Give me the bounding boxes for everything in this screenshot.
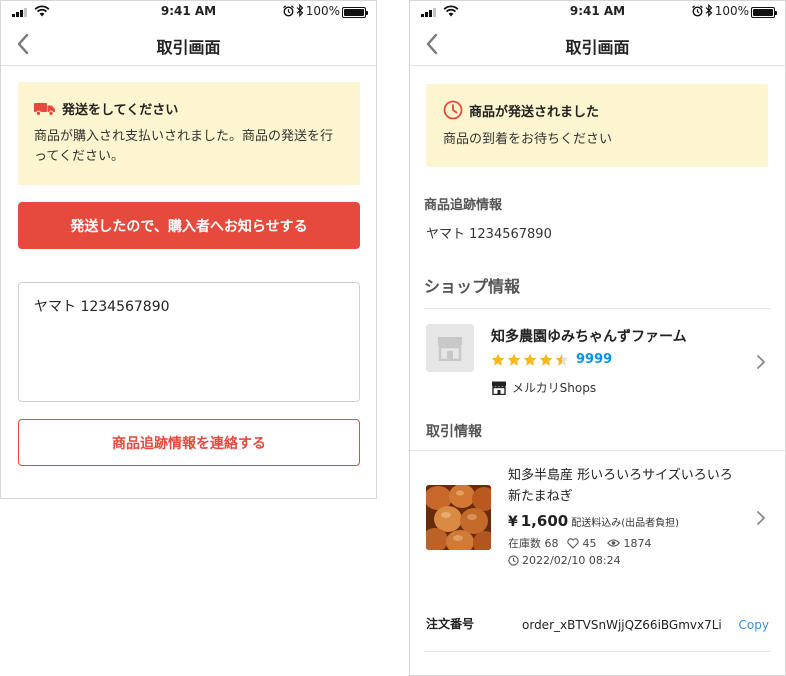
nav-bar: 取引画面 — [1, 23, 376, 66]
notice-body: 商品が購入され支払いされました。商品の発送を行ってください。 — [34, 129, 334, 164]
clock-small-icon — [508, 555, 519, 566]
notice-header: 発送をしてください — [34, 99, 344, 118]
divider — [424, 308, 771, 309]
alarm-icon — [283, 5, 294, 17]
bluetooth-icon — [296, 4, 304, 17]
transaction-section-title: 取引情報 — [426, 424, 482, 440]
shop-name: 知多農園ゆみちゃんずファーム — [491, 329, 687, 345]
notice-body: 商品の到着をお待ちください — [443, 132, 613, 147]
mercari-shops-badge: メルカリShops — [491, 379, 596, 396]
like-count: 45 — [582, 536, 597, 550]
battery-percent: 100% — [305, 4, 340, 18]
notify-buyer-button[interactable]: 発送したので、購入者へお知らせする — [18, 202, 360, 249]
star-full-icon — [507, 353, 521, 366]
item-stats: 在庫数 68 45 1874 — [508, 535, 652, 551]
status-bar: 9:41 AM 100% — [410, 1, 785, 23]
onion-photo — [426, 485, 491, 550]
star-full-icon — [539, 353, 553, 366]
badge-label: メルカリShops — [512, 381, 597, 395]
divider — [424, 651, 771, 652]
currency-symbol: ¥ — [508, 514, 518, 530]
star-full-icon — [523, 353, 537, 366]
page-title: 取引画面 — [156, 38, 221, 57]
shop-avatar — [426, 324, 474, 372]
rating-count: 9999 — [576, 352, 613, 367]
shop-section-title: ショップ情報 — [424, 277, 521, 296]
notice-title: 発送をしてください — [62, 103, 179, 118]
shop-badge-icon — [492, 381, 506, 395]
order-number-label: 注文番号 — [426, 617, 475, 631]
item-price: ¥ 1,600 配送料込み(出品者負担) — [508, 512, 679, 530]
shipped-notice: 商品が発送されました 商品の到着をお待ちください — [426, 84, 768, 167]
item-date: 2022/02/10 08:24 — [508, 554, 621, 567]
star-half-icon — [555, 353, 569, 366]
screen-shipped: 9:41 AM 100% 取引画面 商品が発送されました 商品の到着をお待ちくだ… — [409, 0, 786, 676]
stock-count: 在庫数 68 — [508, 537, 559, 550]
view-count: 1874 — [623, 536, 652, 550]
truck-icon — [34, 102, 55, 116]
battery-percent: 100% — [714, 4, 749, 18]
clock-icon — [443, 100, 463, 120]
screen-ship-request: 9:41 AM 100% 取引画面 発送をしてください 商品が購入され支払いされ… — [0, 0, 377, 499]
chevron-right-icon — [757, 355, 765, 369]
divider — [410, 450, 785, 451]
page-title: 取引画面 — [565, 38, 630, 57]
chevron-right-icon — [757, 511, 765, 525]
notice-header: 商品が発送されました — [443, 100, 751, 120]
store-icon — [438, 337, 462, 361]
item-row[interactable]: 知多半島産 形いろいろサイズいろいろ 新たまねぎ ¥ 1,600 配送料込み(出… — [426, 465, 771, 575]
bluetooth-icon — [705, 4, 713, 17]
battery-icon — [342, 7, 368, 18]
shipping-note: 配送料込み(出品者負担) — [571, 518, 680, 529]
heart-icon — [566, 537, 579, 549]
copy-order-button[interactable]: Copy — [739, 618, 769, 632]
battery-icon — [751, 7, 777, 18]
tracking-value: ヤマト 1234567890 — [426, 227, 552, 242]
ship-notice: 発送をしてください 商品が購入され支払いされました。商品の発送を行ってください。 — [18, 82, 360, 185]
nav-bar: 取引画面 — [410, 23, 785, 66]
star-full-icon — [491, 353, 505, 366]
order-number: order_xBTVSnWjjQZ66iBGmvx7Li — [522, 618, 722, 632]
item-title: 知多半島産 形いろいろサイズいろいろ 新たまねぎ — [508, 468, 733, 504]
listing-date: 2022/02/10 08:24 — [522, 554, 621, 567]
shop-rating: 9999 — [491, 352, 612, 367]
eye-icon — [606, 539, 620, 547]
shop-row[interactable]: 知多農園ゆみちゃんずファーム 9999 メルカリShops — [426, 321, 771, 401]
item-image — [426, 485, 491, 550]
price-value: 1,600 — [520, 512, 569, 530]
alarm-icon — [692, 5, 703, 17]
tracking-info-input[interactable]: ヤマト 1234567890 — [18, 282, 360, 402]
notice-title: 商品が発送されました — [469, 104, 600, 120]
tracking-label: 商品追跡情報 — [424, 198, 503, 213]
send-tracking-button[interactable]: 商品追跡情報を連絡する — [18, 419, 360, 466]
status-bar: 9:41 AM 100% — [1, 1, 376, 23]
